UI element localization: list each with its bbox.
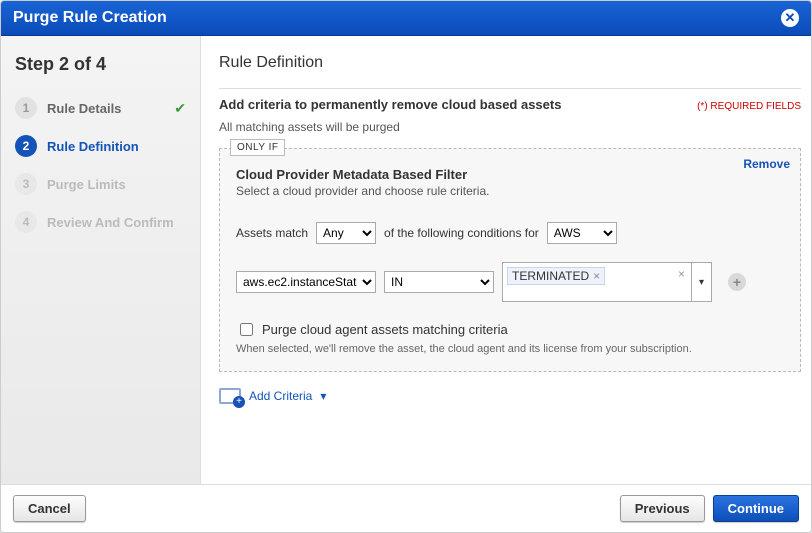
step-number: 3 [15,173,37,195]
required-fields-label: (*) REQUIRED FIELDS [697,101,801,112]
divider [219,88,801,89]
value-input-wrap: TERMINATED × × ▾ [502,262,712,302]
subheading: Add criteria to permanently remove cloud… [219,97,561,112]
continue-button[interactable]: Continue [713,495,799,522]
add-condition-icon[interactable]: + [728,273,746,291]
wizard-step-rule-details[interactable]: 1 Rule Details ✔ [15,89,186,127]
match-mode-select[interactable]: Any [316,222,376,244]
match-row: Assets match Any of the following condit… [236,222,784,244]
purge-agent-checkbox-label: Purge cloud agent assets matching criter… [262,322,508,337]
wizard-step-rule-definition[interactable]: 2 Rule Definition [15,127,186,165]
previous-button[interactable]: Previous [620,495,705,522]
modal-title: Purge Rule Creation [13,9,167,27]
match-mid: of the following conditions for [384,226,539,240]
wizard-step-purge-limits[interactable]: 3 Purge Limits [15,165,186,203]
value-tag-label: TERMINATED [512,269,589,283]
modal-header: Purge Rule Creation ✕ [1,1,811,36]
operator-select[interactable]: IN [384,271,494,293]
purge-note: All matching assets will be purged [219,120,801,134]
provider-select[interactable]: AWS [547,222,617,244]
add-criteria-button[interactable]: Add Criteria ▾ [219,388,801,404]
condition-row: aws.ec2.instanceState IN TERMINATED × × [236,262,784,302]
step-number: 2 [15,135,37,157]
add-criteria-label: Add Criteria [249,389,312,403]
cancel-button[interactable]: Cancel [13,495,86,522]
step-label: Review And Confirm [47,215,186,230]
step-label: Rule Definition [47,139,186,154]
footer-right: Previous Continue [620,495,799,522]
modal-body: Step 2 of 4 1 Rule Details ✔ 2 Rule Defi… [1,36,811,484]
purge-agent-checkbox[interactable] [240,323,253,336]
purge-rule-modal: Purge Rule Creation ✕ Step 2 of 4 1 Rule… [0,0,812,533]
step-label: Rule Details [47,101,164,116]
criteria-box: ONLY IF Remove Cloud Provider Metadata B… [219,148,801,372]
match-prefix: Assets match [236,226,308,240]
step-number: 4 [15,211,37,233]
remove-criteria-link[interactable]: Remove [743,157,790,171]
tag-remove-icon[interactable]: × [593,269,600,283]
wizard-sidebar: Step 2 of 4 1 Rule Details ✔ 2 Rule Defi… [1,36,201,484]
purge-agent-checkbox-desc: When selected, we'll remove the asset, t… [236,343,784,355]
subheading-row: Add criteria to permanently remove cloud… [219,97,801,112]
attribute-select[interactable]: aws.ec2.instanceState [236,271,376,293]
add-criteria-icon [219,388,241,404]
value-dropdown-toggle[interactable]: ▾ [692,262,712,302]
wizard-step-review-confirm[interactable]: 4 Review And Confirm [15,203,186,241]
close-icon[interactable]: ✕ [781,9,799,27]
filter-title: Cloud Provider Metadata Based Filter [236,167,784,182]
main-panel: Rule Definition Add criteria to permanen… [201,36,811,484]
clear-values-icon[interactable]: × [678,267,687,281]
filter-desc: Select a cloud provider and choose rule … [236,184,784,198]
value-tag-input[interactable]: TERMINATED × × [502,262,692,302]
chevron-down-icon: ▾ [320,389,326,403]
step-label: Purge Limits [47,177,186,192]
only-if-badge: ONLY IF [230,139,285,156]
page-title: Rule Definition [219,54,801,72]
modal-footer: Cancel Previous Continue [1,484,811,532]
step-number: 1 [15,97,37,119]
wizard-step-indicator: Step 2 of 4 [15,54,186,75]
purge-agent-checkbox-row: Purge cloud agent assets matching criter… [236,320,784,339]
value-tag: TERMINATED × [507,267,605,285]
check-icon: ✔ [174,100,186,117]
